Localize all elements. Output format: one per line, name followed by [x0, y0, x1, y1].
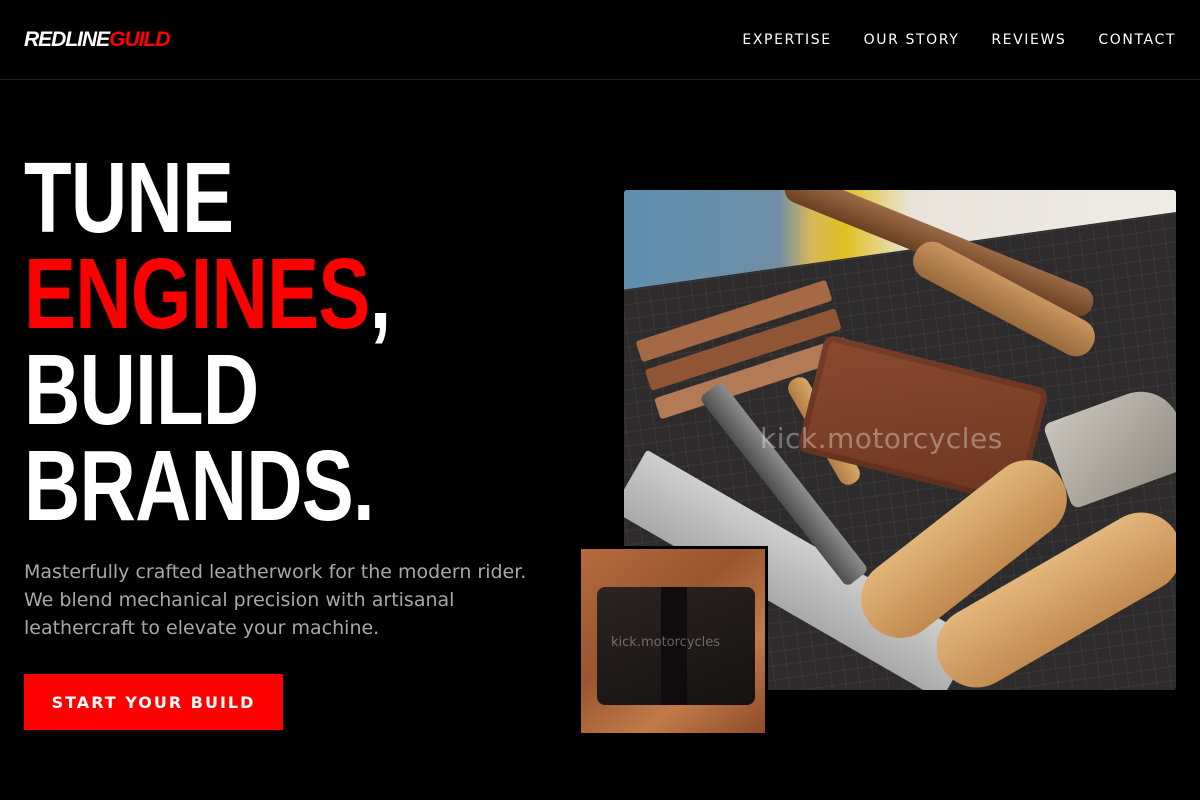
- logo[interactable]: REDLINE GUILD: [24, 27, 171, 52]
- photo-watermark-small: kick.motorcycles: [611, 635, 721, 650]
- hero-tagline: Masterfully crafted leatherwork for the …: [24, 561, 527, 639]
- logo-text-redline: REDLINE: [24, 27, 110, 51]
- headline-line-1: TUNE: [24, 142, 234, 254]
- photo-watermark: kick.motorcycles: [760, 422, 1003, 455]
- nav-link-contact[interactable]: CONTACT: [1098, 32, 1176, 48]
- nav-link-our-story[interactable]: OUR STORY: [864, 32, 960, 48]
- headline-line-4: BRANDS.: [24, 430, 375, 542]
- logo-text-guild: GUILD: [109, 27, 170, 51]
- headline-comma: ,: [369, 238, 392, 350]
- headline-line-2: ENGINES,: [24, 244, 391, 344]
- start-build-button[interactable]: START YOUR BUILD: [24, 674, 283, 730]
- main-nav: EXPERTISE OUR STORY REVIEWS CONTACT: [742, 32, 1176, 48]
- wallet-detail-photo: kick.motorcycles: [578, 546, 768, 736]
- site-header: REDLINE GUILD EXPERTISE OUR STORY REVIEW…: [0, 0, 1200, 80]
- hero-headline: TUNE ENGINES, BUILD BRANDS.: [24, 142, 391, 542]
- nav-link-reviews[interactable]: REVIEWS: [991, 32, 1066, 48]
- headline-line-3: BUILD: [24, 334, 259, 446]
- nav-link-expertise[interactable]: EXPERTISE: [742, 32, 831, 48]
